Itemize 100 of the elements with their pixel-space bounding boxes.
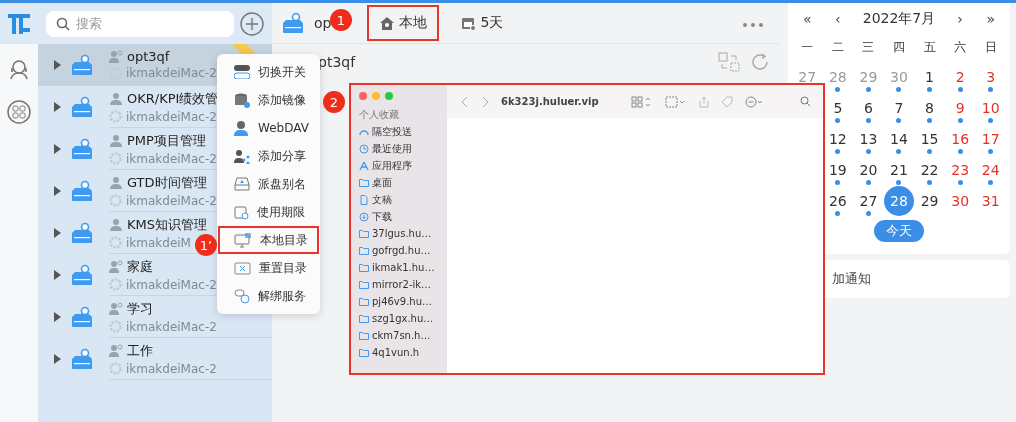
search-icon[interactable] [800, 96, 811, 107]
calendar-day[interactable]: 23 [951, 161, 970, 178]
host-name: ikmakdeiMac-2 [126, 277, 217, 292]
calendar-day[interactable]: 6 [863, 99, 873, 116]
service-name: GTD时间管理 [127, 173, 207, 192]
finder-sidebar-item[interactable]: mirror2-ik… [359, 276, 447, 293]
calendar-day[interactable]: 2 [955, 68, 965, 85]
finder-sidebar-item[interactable]: szg1gx.hu… [359, 310, 447, 327]
menu-item[interactable]: 解绑服务 [218, 282, 319, 310]
calendar-day[interactable]: 30 [951, 192, 970, 209]
more-circle-icon[interactable] [744, 95, 765, 108]
calendar-day[interactable]: 19 [828, 161, 847, 178]
calendar-day[interactable]: 14 [890, 130, 908, 147]
calendar-day[interactable]: 15 [920, 130, 939, 147]
expand-caret-icon[interactable] [54, 102, 61, 112]
finder-sidebar-item[interactable]: pj46v9.hu… [359, 293, 447, 310]
folder-icon [359, 178, 369, 187]
expand-caret-icon[interactable] [54, 312, 61, 322]
finder-sidebar-item[interactable]: 下载 [359, 208, 447, 225]
calendar-day[interactable]: 22 [920, 161, 939, 178]
finder-sidebar-item[interactable]: ckm7sn.h… [359, 327, 447, 344]
expand-caret-icon[interactable] [54, 60, 61, 70]
finder-sidebar-item[interactable]: 应用程序 [359, 157, 447, 174]
weekday-label: 二 [831, 38, 844, 56]
calendar-day[interactable]: 21 [890, 161, 908, 178]
service-row[interactable]: 工作 ikmakdeiMac-2 [38, 338, 272, 380]
document-icon [359, 194, 369, 205]
calendar-day[interactable]: 7 [894, 99, 904, 116]
expand-caret-icon[interactable] [54, 144, 61, 154]
calendar-day[interactable]: 24 [981, 161, 1000, 178]
service-name: 学习 [127, 299, 153, 318]
close-light-icon[interactable] [359, 92, 367, 100]
calendar-day[interactable]: 20 [859, 161, 878, 178]
search-field[interactable]: 搜索 [46, 10, 234, 37]
toolbar-tab[interactable]: 本地 [367, 5, 440, 41]
notice-text: 加通知 [832, 270, 871, 288]
back-icon[interactable] [461, 95, 469, 108]
next-month-button[interactable]: › [953, 11, 967, 27]
menu-item[interactable]: 添加分享 [218, 142, 319, 170]
calendar-day[interactable]: 31 [981, 192, 1000, 209]
calendar-day[interactable]: 13 [859, 130, 878, 147]
tag-icon[interactable] [720, 95, 733, 108]
calendar-day[interactable]: 16 [951, 130, 970, 147]
toolbar-tab[interactable]: 5天 [449, 5, 516, 41]
calendar-icon [234, 204, 249, 220]
calendar-day[interactable]: 9 [955, 99, 965, 116]
expand-caret-icon[interactable] [54, 186, 61, 196]
calendar-day[interactable]: 8 [925, 99, 934, 116]
home-icon [379, 15, 396, 31]
finder-sidebar-item[interactable]: 桌面 [359, 174, 447, 191]
calendar-day[interactable]: 3 [986, 68, 996, 85]
calendar-day[interactable]: 1 [925, 68, 934, 85]
next-year-button[interactable]: » [982, 11, 999, 27]
drive-icon [71, 222, 93, 244]
month-title: 2022年7月 [862, 10, 936, 28]
grid-view-icon[interactable] [630, 95, 653, 108]
expand-caret-icon[interactable] [54, 354, 61, 364]
menu-item[interactable]: WebDAV [218, 114, 319, 142]
finder-sidebar-item[interactable]: 最近使用 [359, 140, 447, 157]
menu-item[interactable]: 派盘别名 [218, 170, 319, 198]
prev-year-button[interactable]: « [799, 11, 816, 27]
calendar-day[interactable]: 5 [833, 99, 843, 116]
calendar-day[interactable]: 12 [828, 130, 847, 147]
forward-icon[interactable] [481, 95, 489, 108]
add-icon[interactable] [240, 11, 264, 36]
user-share-icon [109, 50, 123, 63]
finder-sidebar-item[interactable]: 37lgus.hu… [359, 225, 447, 242]
menu-item[interactable]: 本地目录 [218, 226, 319, 254]
finder-sidebar-item[interactable]: 文稿 [359, 191, 447, 208]
apps-grid-icon[interactable] [7, 100, 31, 124]
menu-item[interactable]: 使用期限 [218, 198, 319, 226]
service-name: 工作 [127, 341, 153, 360]
refresh-icon[interactable] [750, 52, 770, 72]
group-view-icon[interactable] [664, 95, 687, 108]
menu-item[interactable]: 添加镜像 [218, 86, 319, 114]
host-name: ikmakdeiMac-2 [126, 109, 217, 124]
prev-month-button[interactable]: ‹ [831, 11, 845, 27]
drive-icon [71, 264, 93, 286]
finder-sidebar-item[interactable]: gofrgd.hu… [359, 242, 447, 259]
calendar-day[interactable]: 29 [920, 192, 939, 209]
expand-caret-icon[interactable] [54, 270, 61, 280]
calendar-day[interactable]: 10 [981, 99, 1000, 116]
headset-user-icon[interactable] [8, 58, 30, 80]
calendar-icon [461, 15, 477, 31]
sidebar-section-label: 个人收藏 [359, 108, 400, 122]
service-name: 家庭 [127, 257, 153, 276]
finder-sidebar-item[interactable]: 隔空投送 [359, 123, 447, 140]
weekday-label: 一 [801, 38, 814, 56]
finder-sidebar-item[interactable]: ikmak1.hu… [359, 259, 447, 276]
calendar-day[interactable]: 17 [981, 130, 1000, 147]
menu-item[interactable]: 重置目录 [218, 254, 319, 282]
weekday-label: 六 [954, 38, 967, 56]
folder-x-icon [234, 261, 251, 275]
calendar-day[interactable]: 27 [859, 192, 878, 209]
window-title: 6k323j.huluer.vip [501, 96, 599, 107]
zoom-light-icon[interactable] [385, 92, 393, 100]
share-icon[interactable] [698, 95, 709, 108]
finder-sidebar-item[interactable]: 4q1vun.h [359, 344, 447, 361]
expand-caret-icon[interactable] [54, 228, 61, 238]
calendar-day[interactable]: 26 [828, 192, 847, 209]
